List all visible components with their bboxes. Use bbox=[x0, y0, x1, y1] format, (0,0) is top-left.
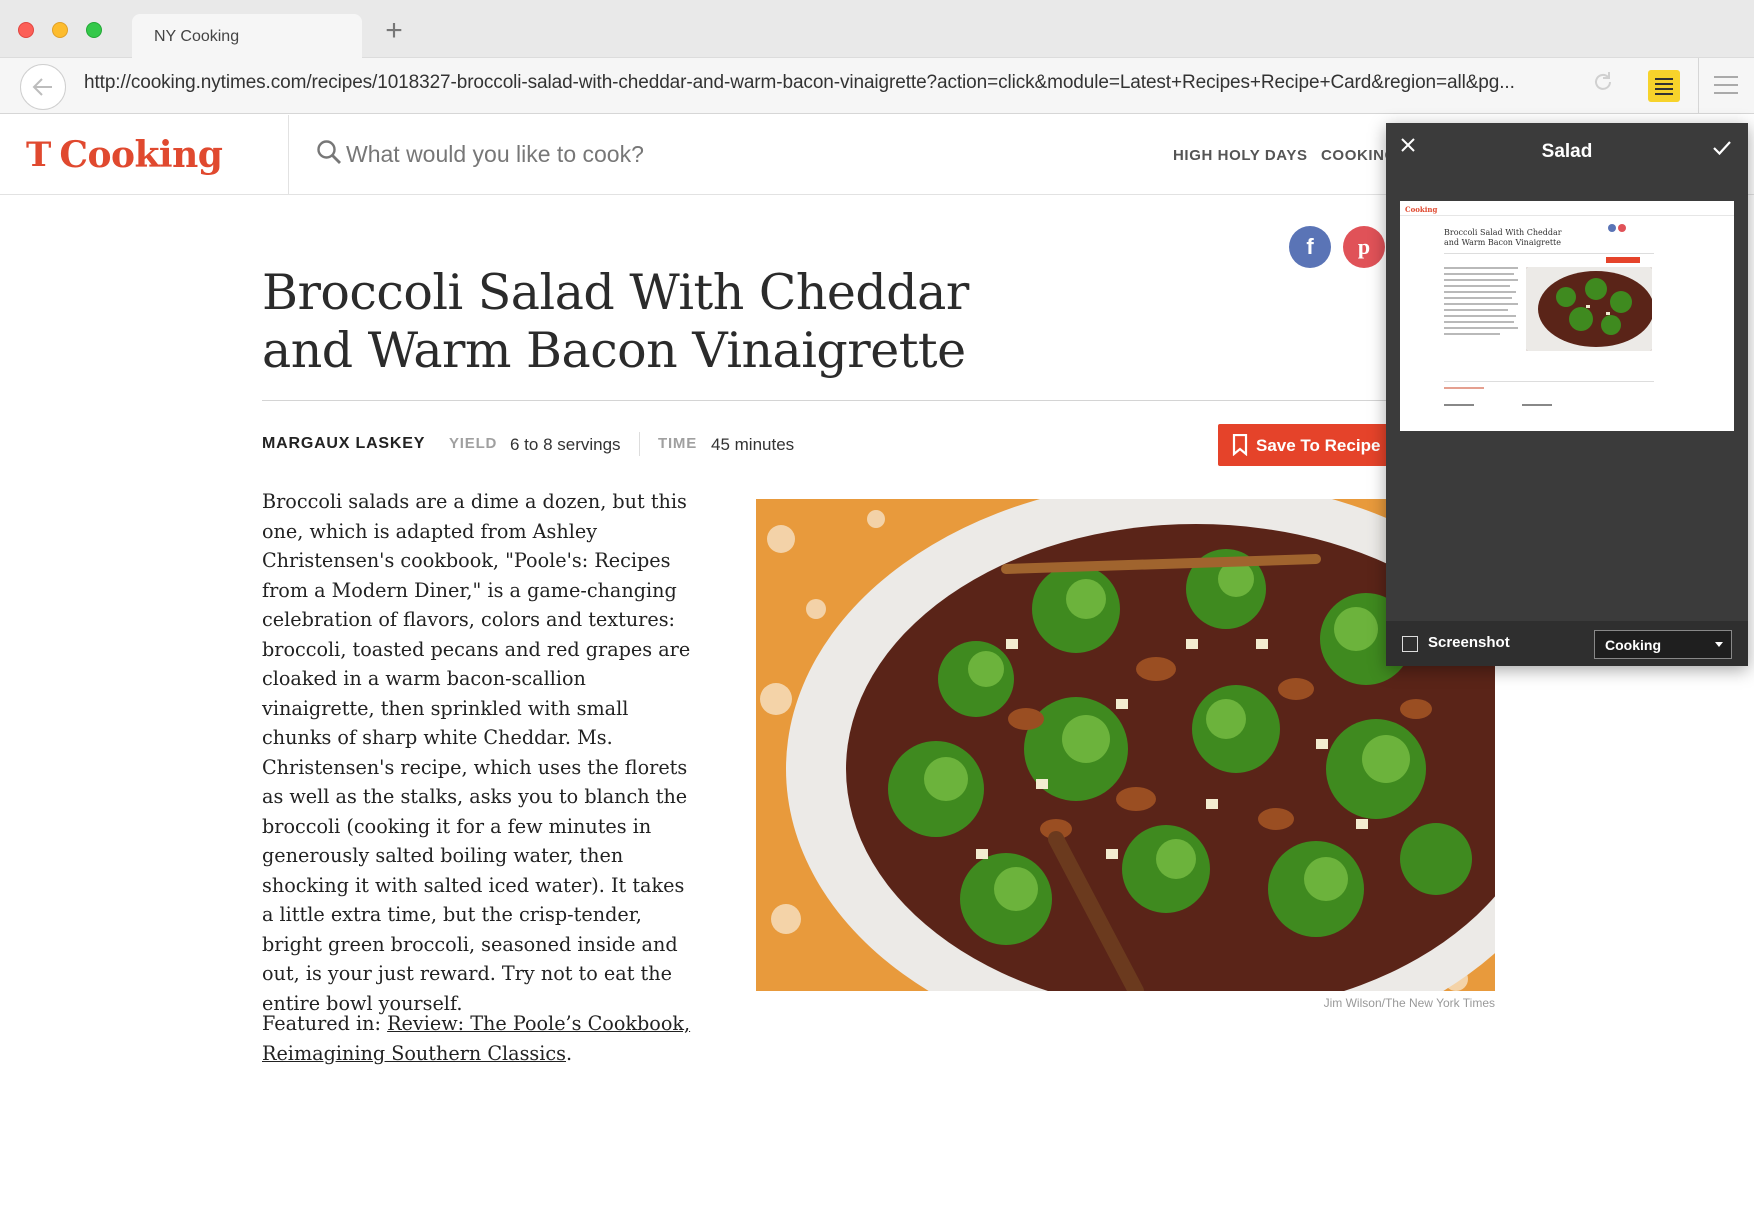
save-to-recipe-box-button[interactable]: Save To Recipe Box bbox=[1218, 424, 1388, 466]
browser-titlebar: NY Cooking + bbox=[0, 0, 1754, 58]
thumbnail-text-line bbox=[1444, 291, 1516, 293]
yield-label: YIELD bbox=[449, 435, 498, 452]
address-bar-url[interactable]: http://cooking.nytimes.com/recipes/10183… bbox=[84, 72, 1524, 100]
save-button-label: Save To Recipe Box bbox=[1256, 436, 1388, 455]
back-button[interactable] bbox=[20, 64, 66, 110]
thumbnail-text-line bbox=[1444, 273, 1514, 275]
thumbnail-rule bbox=[1444, 253, 1654, 254]
recipe-author[interactable]: MARGAUX LASKEY bbox=[262, 435, 425, 453]
pinterest-icon: p bbox=[1357, 234, 1371, 259]
browser-menu-button[interactable] bbox=[1714, 76, 1738, 96]
window-close-button[interactable] bbox=[18, 22, 34, 38]
notebook-select[interactable]: Cooking bbox=[1594, 630, 1732, 659]
title-divider bbox=[262, 400, 1412, 401]
thumbnail-ingredients-heading bbox=[1444, 404, 1474, 406]
thumbnail-header-rule bbox=[1400, 215, 1734, 216]
featured-suffix: . bbox=[566, 1041, 573, 1065]
bookmark-icon bbox=[1232, 434, 1248, 456]
window-minimize-button[interactable] bbox=[52, 22, 68, 38]
thumbnail-logo: Cooking bbox=[1405, 205, 1438, 214]
header-divider bbox=[288, 115, 289, 195]
thumbnail-facebook-icon bbox=[1608, 224, 1616, 232]
thumbnail-text-line bbox=[1444, 285, 1510, 287]
reload-icon bbox=[1595, 72, 1611, 90]
browser-tab[interactable]: NY Cooking bbox=[132, 14, 362, 58]
screenshot-icon[interactable] bbox=[1402, 636, 1418, 652]
yield-value: 6 to 8 servings bbox=[510, 435, 621, 454]
search-icon bbox=[317, 140, 341, 164]
thumbnail-text-line bbox=[1444, 297, 1512, 299]
featured-in: Featured in: Review: The Poole’s Cookboo… bbox=[262, 1009, 692, 1068]
confirm-button[interactable] bbox=[1712, 139, 1734, 159]
thumbnail-pinterest-icon bbox=[1618, 224, 1626, 232]
time-value: 45 minutes bbox=[711, 435, 795, 454]
notebook-selected: Cooking bbox=[1605, 637, 1661, 653]
tab-title: NY Cooking bbox=[154, 28, 240, 45]
thumbnail-text-line bbox=[1444, 303, 1518, 305]
recipe-photo bbox=[756, 499, 1495, 991]
nyt-logo-mark: T bbox=[26, 135, 52, 175]
checkmark-icon bbox=[1713, 141, 1731, 156]
recipe-description: Broccoli salads are a dime a dozen, but … bbox=[262, 490, 691, 1015]
featured-prefix: Featured in: bbox=[262, 1012, 388, 1035]
thumbnail-text-line bbox=[1444, 321, 1514, 323]
screenshot-mode-label[interactable]: Screenshot bbox=[1428, 634, 1510, 651]
browser-toolbar: http://cooking.nytimes.com/recipes/10183… bbox=[0, 58, 1754, 114]
facebook-share-button[interactable]: f bbox=[1289, 226, 1331, 268]
recipe-title: Broccoli Salad With Cheddar and Warm Bac… bbox=[262, 264, 969, 379]
thumbnail-save-button bbox=[1606, 257, 1640, 263]
toolbar-divider bbox=[1698, 58, 1699, 114]
meta-divider bbox=[639, 432, 640, 456]
reload-button[interactable] bbox=[1588, 70, 1618, 100]
thumbnail-preparation-heading bbox=[1522, 404, 1552, 406]
time-label: TIME bbox=[658, 435, 698, 452]
note-icon bbox=[1655, 78, 1673, 95]
clipper-popover: Salad Cooking Broccoli Salad With Chedda… bbox=[1386, 123, 1748, 666]
new-tab-button[interactable]: + bbox=[380, 16, 408, 46]
search-input[interactable] bbox=[346, 137, 906, 171]
window-zoom-button[interactable] bbox=[86, 22, 102, 38]
nav-item-high-holy-days[interactable]: HIGH HOLY DAYS bbox=[1173, 147, 1308, 164]
thumbnail-text-line bbox=[1444, 315, 1516, 317]
facebook-icon: f bbox=[1306, 234, 1314, 259]
thumbnail-red-text bbox=[1444, 387, 1484, 389]
clipper-extension-button[interactable] bbox=[1648, 70, 1680, 102]
clip-preview-thumbnail: Cooking Broccoli Salad With Cheddar and … bbox=[1400, 201, 1734, 431]
cooking-logo[interactable]: T Cooking bbox=[26, 131, 223, 179]
thumbnail-text-line bbox=[1444, 333, 1500, 335]
thumbnail-lower-rule bbox=[1444, 381, 1654, 382]
arrow-left-icon bbox=[32, 78, 52, 96]
pinterest-share-button[interactable]: p bbox=[1343, 226, 1385, 268]
logo-text: Cooking bbox=[59, 134, 223, 176]
hamburger-icon bbox=[1714, 76, 1738, 94]
thumbnail-title: Broccoli Salad With Cheddar and Warm Bac… bbox=[1444, 228, 1562, 247]
photo-credit: Jim Wilson/The New York Times bbox=[1323, 996, 1495, 1010]
thumbnail-text-line bbox=[1444, 309, 1508, 311]
chevron-down-icon bbox=[1715, 642, 1723, 647]
thumbnail-text-line bbox=[1444, 279, 1518, 281]
clipper-footer: Screenshot Cooking bbox=[1386, 621, 1748, 666]
thumbnail-text-line bbox=[1444, 267, 1518, 269]
thumbnail-text-line bbox=[1444, 327, 1518, 329]
clip-title[interactable]: Salad bbox=[1386, 141, 1748, 163]
thumbnail-photo bbox=[1526, 267, 1652, 351]
